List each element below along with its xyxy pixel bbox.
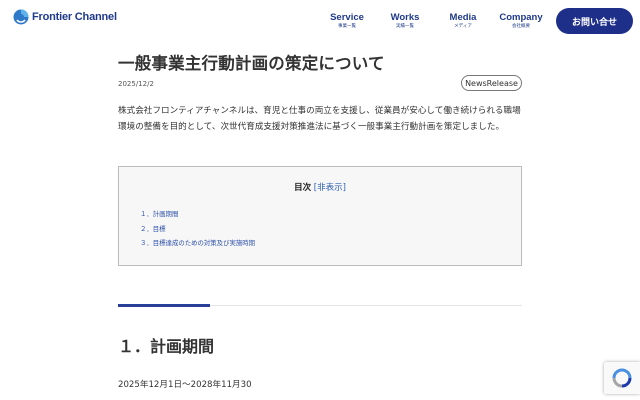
brand-name: Frontier Channel — [32, 11, 117, 23]
nav-item-media-label: Media — [449, 12, 477, 23]
nav-item-company-sublabel: 会社概要 — [512, 24, 530, 29]
article-intro: 株式会社フロンティアチャンネルは、育児と仕事の両立を支援し、従業員が安心して働き… — [118, 106, 521, 132]
toc-item-goal[interactable]: ２．目標 — [140, 222, 255, 237]
toc-toggle-link[interactable]: [非表示] — [314, 183, 346, 193]
frontier-channel-logo-icon — [13, 9, 29, 25]
nav-item-works-label: Works — [390, 12, 420, 23]
toc-item-period[interactable]: １．計画期間 — [140, 207, 255, 222]
nav-item-service-label: Service — [330, 12, 364, 23]
contact-button[interactable]: お問い合せ — [556, 8, 633, 34]
toc-title: 目次 — [294, 183, 312, 193]
recaptcha-badge[interactable] — [604, 362, 640, 394]
table-of-contents: 目次 [非表示] １．計画期間 ２．目標 ３．目標達成のための対策及び実施時期 — [118, 166, 522, 266]
toc-item-measures[interactable]: ３．目標達成のための対策及び実施時期 — [140, 236, 255, 251]
category-tag[interactable]: NewsRelease — [461, 75, 522, 91]
article-title: 一般事業主行動計画の策定について — [118, 54, 385, 73]
nav-item-works[interactable]: Works 実績一覧 — [376, 12, 434, 30]
nav-item-works-sublabel: 実績一覧 — [396, 24, 414, 29]
toc-header: 目次 [非表示] — [119, 181, 521, 193]
section-heading-text: 計画期間 — [150, 337, 215, 356]
nav-item-service[interactable]: Service 事業一覧 — [318, 12, 376, 30]
nav-item-company-label: Company — [499, 12, 543, 23]
nav-item-media[interactable]: Media メディア — [434, 12, 492, 30]
brand-logo[interactable]: Frontier Channel — [13, 9, 117, 25]
toc-list: １．計画期間 ２．目標 ３．目標達成のための対策及び実施時期 — [140, 207, 255, 251]
site-header: Frontier Channel Service 事業一覧 Works 実績一覧… — [0, 0, 640, 40]
section-number: １． — [118, 337, 151, 356]
nav-item-media-sublabel: メディア — [454, 24, 472, 29]
main-nav: Service 事業一覧 Works 実績一覧 Media メディア Compa… — [318, 12, 550, 30]
recaptcha-icon — [612, 368, 632, 388]
section-divider-accent — [118, 304, 210, 307]
nav-item-service-sublabel: 事業一覧 — [338, 24, 356, 29]
article-date: 2025/12/2 — [118, 80, 154, 88]
plan-period-text: 2025年12月1日〜2028年11月30 — [118, 380, 252, 390]
nav-item-company[interactable]: Company 会社概要 — [492, 12, 550, 30]
section-heading-period: １．計画期間 — [118, 333, 214, 357]
